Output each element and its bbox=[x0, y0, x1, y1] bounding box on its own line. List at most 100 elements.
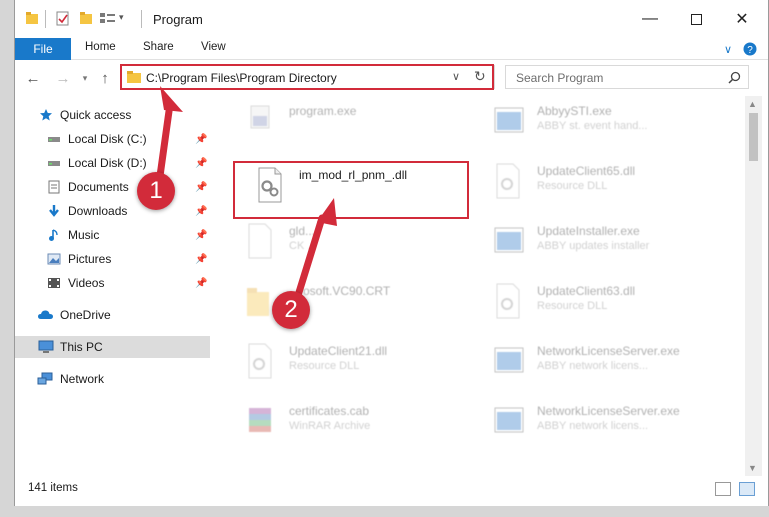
pictures-icon bbox=[47, 253, 61, 265]
file-item[interactable]: NetworkLicenseServer.exe ABBY network li… bbox=[481, 398, 721, 448]
nav-label: Music bbox=[68, 228, 100, 242]
file-name: NetworkLicenseServer.exe bbox=[537, 344, 680, 358]
drive-icon bbox=[48, 137, 60, 142]
scroll-up-icon[interactable]: ▲ bbox=[748, 99, 757, 109]
file-list: program.exe AbbyySTI.exe ABBY st. event … bbox=[211, 96, 743, 476]
dll-file-icon bbox=[248, 343, 272, 379]
network-icon bbox=[37, 372, 53, 385]
dll-file-icon bbox=[496, 283, 520, 319]
tab-home[interactable]: Home bbox=[85, 41, 116, 53]
file-description: ABBY network licens... bbox=[537, 360, 649, 372]
documents-icon bbox=[48, 180, 60, 194]
file-item[interactable]: AbbyySTI.exe ABBY st. event hand... bbox=[481, 98, 721, 148]
tab-file[interactable]: File bbox=[15, 38, 71, 60]
properties-icon[interactable] bbox=[55, 10, 71, 28]
file-item[interactable]: UpdateClient65.dll Resource DLL bbox=[481, 158, 721, 208]
details-view-icon[interactable] bbox=[715, 482, 731, 496]
tab-view[interactable]: View bbox=[201, 41, 226, 53]
title-bar: ▾ Program — ✕ bbox=[15, 0, 768, 38]
file-name: UpdateClient21.dll bbox=[289, 344, 388, 358]
nav-downloads[interactable]: Downloads 📌 bbox=[15, 200, 210, 222]
nav-label: Documents bbox=[68, 180, 129, 194]
file-name: program.exe bbox=[289, 104, 357, 118]
download-icon bbox=[49, 205, 59, 217]
pin-icon[interactable]: 📌 bbox=[195, 230, 207, 241]
item-count: 141 items bbox=[28, 482, 78, 494]
new-folder-icon[interactable] bbox=[79, 10, 93, 28]
file-description: Resource DLL bbox=[537, 300, 608, 312]
tab-share[interactable]: Share bbox=[143, 41, 174, 53]
cloud-icon bbox=[38, 310, 53, 319]
file-description: ABBY updates installer bbox=[537, 240, 650, 252]
pin-icon[interactable]: 📌 bbox=[195, 278, 207, 289]
file-name: UpdateClient63.dll bbox=[537, 284, 636, 298]
nav-onedrive[interactable]: OneDrive bbox=[15, 304, 210, 326]
customize-toolbar-icon[interactable]: ▾ bbox=[119, 12, 124, 30]
nav-label: OneDrive bbox=[60, 308, 111, 322]
nav-local-disk-c[interactable]: Local Disk (C:) 📌 bbox=[15, 128, 210, 150]
nav-quick-access[interactable]: Quick access bbox=[15, 104, 210, 126]
back-button[interactable]: ← bbox=[23, 68, 43, 88]
view-options-icon[interactable] bbox=[99, 10, 117, 28]
separator bbox=[141, 10, 142, 28]
nav-videos[interactable]: Videos 📌 bbox=[15, 272, 210, 294]
file-item[interactable]: gld... CK ... bbox=[233, 218, 473, 268]
nav-pictures[interactable]: Pictures 📌 bbox=[15, 248, 210, 270]
file-name: NetworkLicenseServer.exe bbox=[537, 404, 680, 418]
file-item[interactable]: UpdateInstaller.exe ABBY updates install… bbox=[481, 218, 721, 268]
file-description: CK ... bbox=[289, 240, 317, 252]
nav-label: Downloads bbox=[68, 204, 128, 218]
vertical-scrollbar[interactable]: ▲ ▼ bbox=[745, 96, 762, 476]
file-item[interactable]: program.exe bbox=[233, 98, 473, 148]
nav-label: Quick access bbox=[60, 108, 132, 122]
pin-icon[interactable]: 📌 bbox=[195, 254, 207, 265]
search-icon[interactable] bbox=[728, 71, 741, 84]
file-description: Resource DLL bbox=[537, 180, 608, 192]
nav-music[interactable]: Music 📌 bbox=[15, 224, 210, 246]
minimize-button[interactable]: — bbox=[627, 6, 673, 32]
nav-label: Local Disk (C:) bbox=[68, 132, 147, 146]
pin-icon[interactable]: 📌 bbox=[195, 182, 207, 193]
file-description: ABBY st. event hand... bbox=[537, 120, 648, 132]
up-button[interactable]: ↑ bbox=[95, 68, 115, 88]
dll-file-icon bbox=[496, 163, 520, 199]
nav-documents[interactable]: Documents 📌 bbox=[15, 176, 210, 198]
folder-icon[interactable] bbox=[25, 10, 39, 28]
pin-icon[interactable]: 📌 bbox=[195, 158, 207, 169]
search-input[interactable]: Search Program bbox=[505, 65, 749, 89]
exe-file-icon bbox=[250, 105, 270, 129]
file-item[interactable]: UpdateClient63.dll Resource DLL bbox=[481, 278, 721, 328]
nav-label: Pictures bbox=[68, 252, 112, 266]
nav-label: Videos bbox=[68, 276, 105, 290]
archive-icon bbox=[249, 408, 271, 432]
forward-button[interactable]: → bbox=[53, 68, 73, 88]
expand-ribbon-icon[interactable]: ∨ bbox=[719, 40, 737, 58]
file-item[interactable]: ...rosoft.VC90.CRT bbox=[233, 278, 473, 328]
large-icons-view-icon[interactable] bbox=[739, 482, 755, 496]
highlight-address-bar bbox=[120, 64, 494, 90]
separator bbox=[45, 10, 46, 28]
drive-icon bbox=[48, 161, 60, 166]
help-icon[interactable]: ? bbox=[741, 40, 759, 58]
scroll-down-icon[interactable]: ▼ bbox=[748, 463, 757, 473]
file-description: WinRAR Archive bbox=[289, 420, 371, 432]
exe-file-icon bbox=[494, 407, 524, 433]
nav-local-disk-d[interactable]: Local Disk (D:) 📌 bbox=[15, 152, 210, 174]
file-item[interactable]: UpdateClient21.dll Resource DLL bbox=[233, 338, 473, 388]
file-description: ABBY network licens... bbox=[537, 420, 649, 432]
close-button[interactable]: ✕ bbox=[719, 6, 765, 32]
file-item[interactable]: certificates.cab WinRAR Archive bbox=[233, 398, 473, 448]
pin-icon[interactable]: 📌 bbox=[195, 134, 207, 145]
nav-network[interactable]: Network bbox=[15, 368, 210, 390]
recent-locations-button[interactable]: ▾ bbox=[75, 68, 95, 88]
navigation-pane: Quick access Local Disk (C:) 📌 Local Dis… bbox=[15, 96, 210, 476]
scroll-thumb[interactable] bbox=[749, 113, 758, 161]
pin-icon[interactable]: 📌 bbox=[195, 206, 207, 217]
file-name: gld... bbox=[289, 224, 316, 238]
computer-icon bbox=[38, 340, 54, 353]
exe-file-icon bbox=[494, 107, 524, 133]
file-item[interactable]: NetworkLicenseServer.exe ABBY network li… bbox=[481, 338, 721, 388]
nav-this-pc[interactable]: This PC bbox=[15, 336, 210, 358]
maximize-button[interactable] bbox=[673, 6, 719, 32]
window-title: Program bbox=[153, 12, 203, 27]
